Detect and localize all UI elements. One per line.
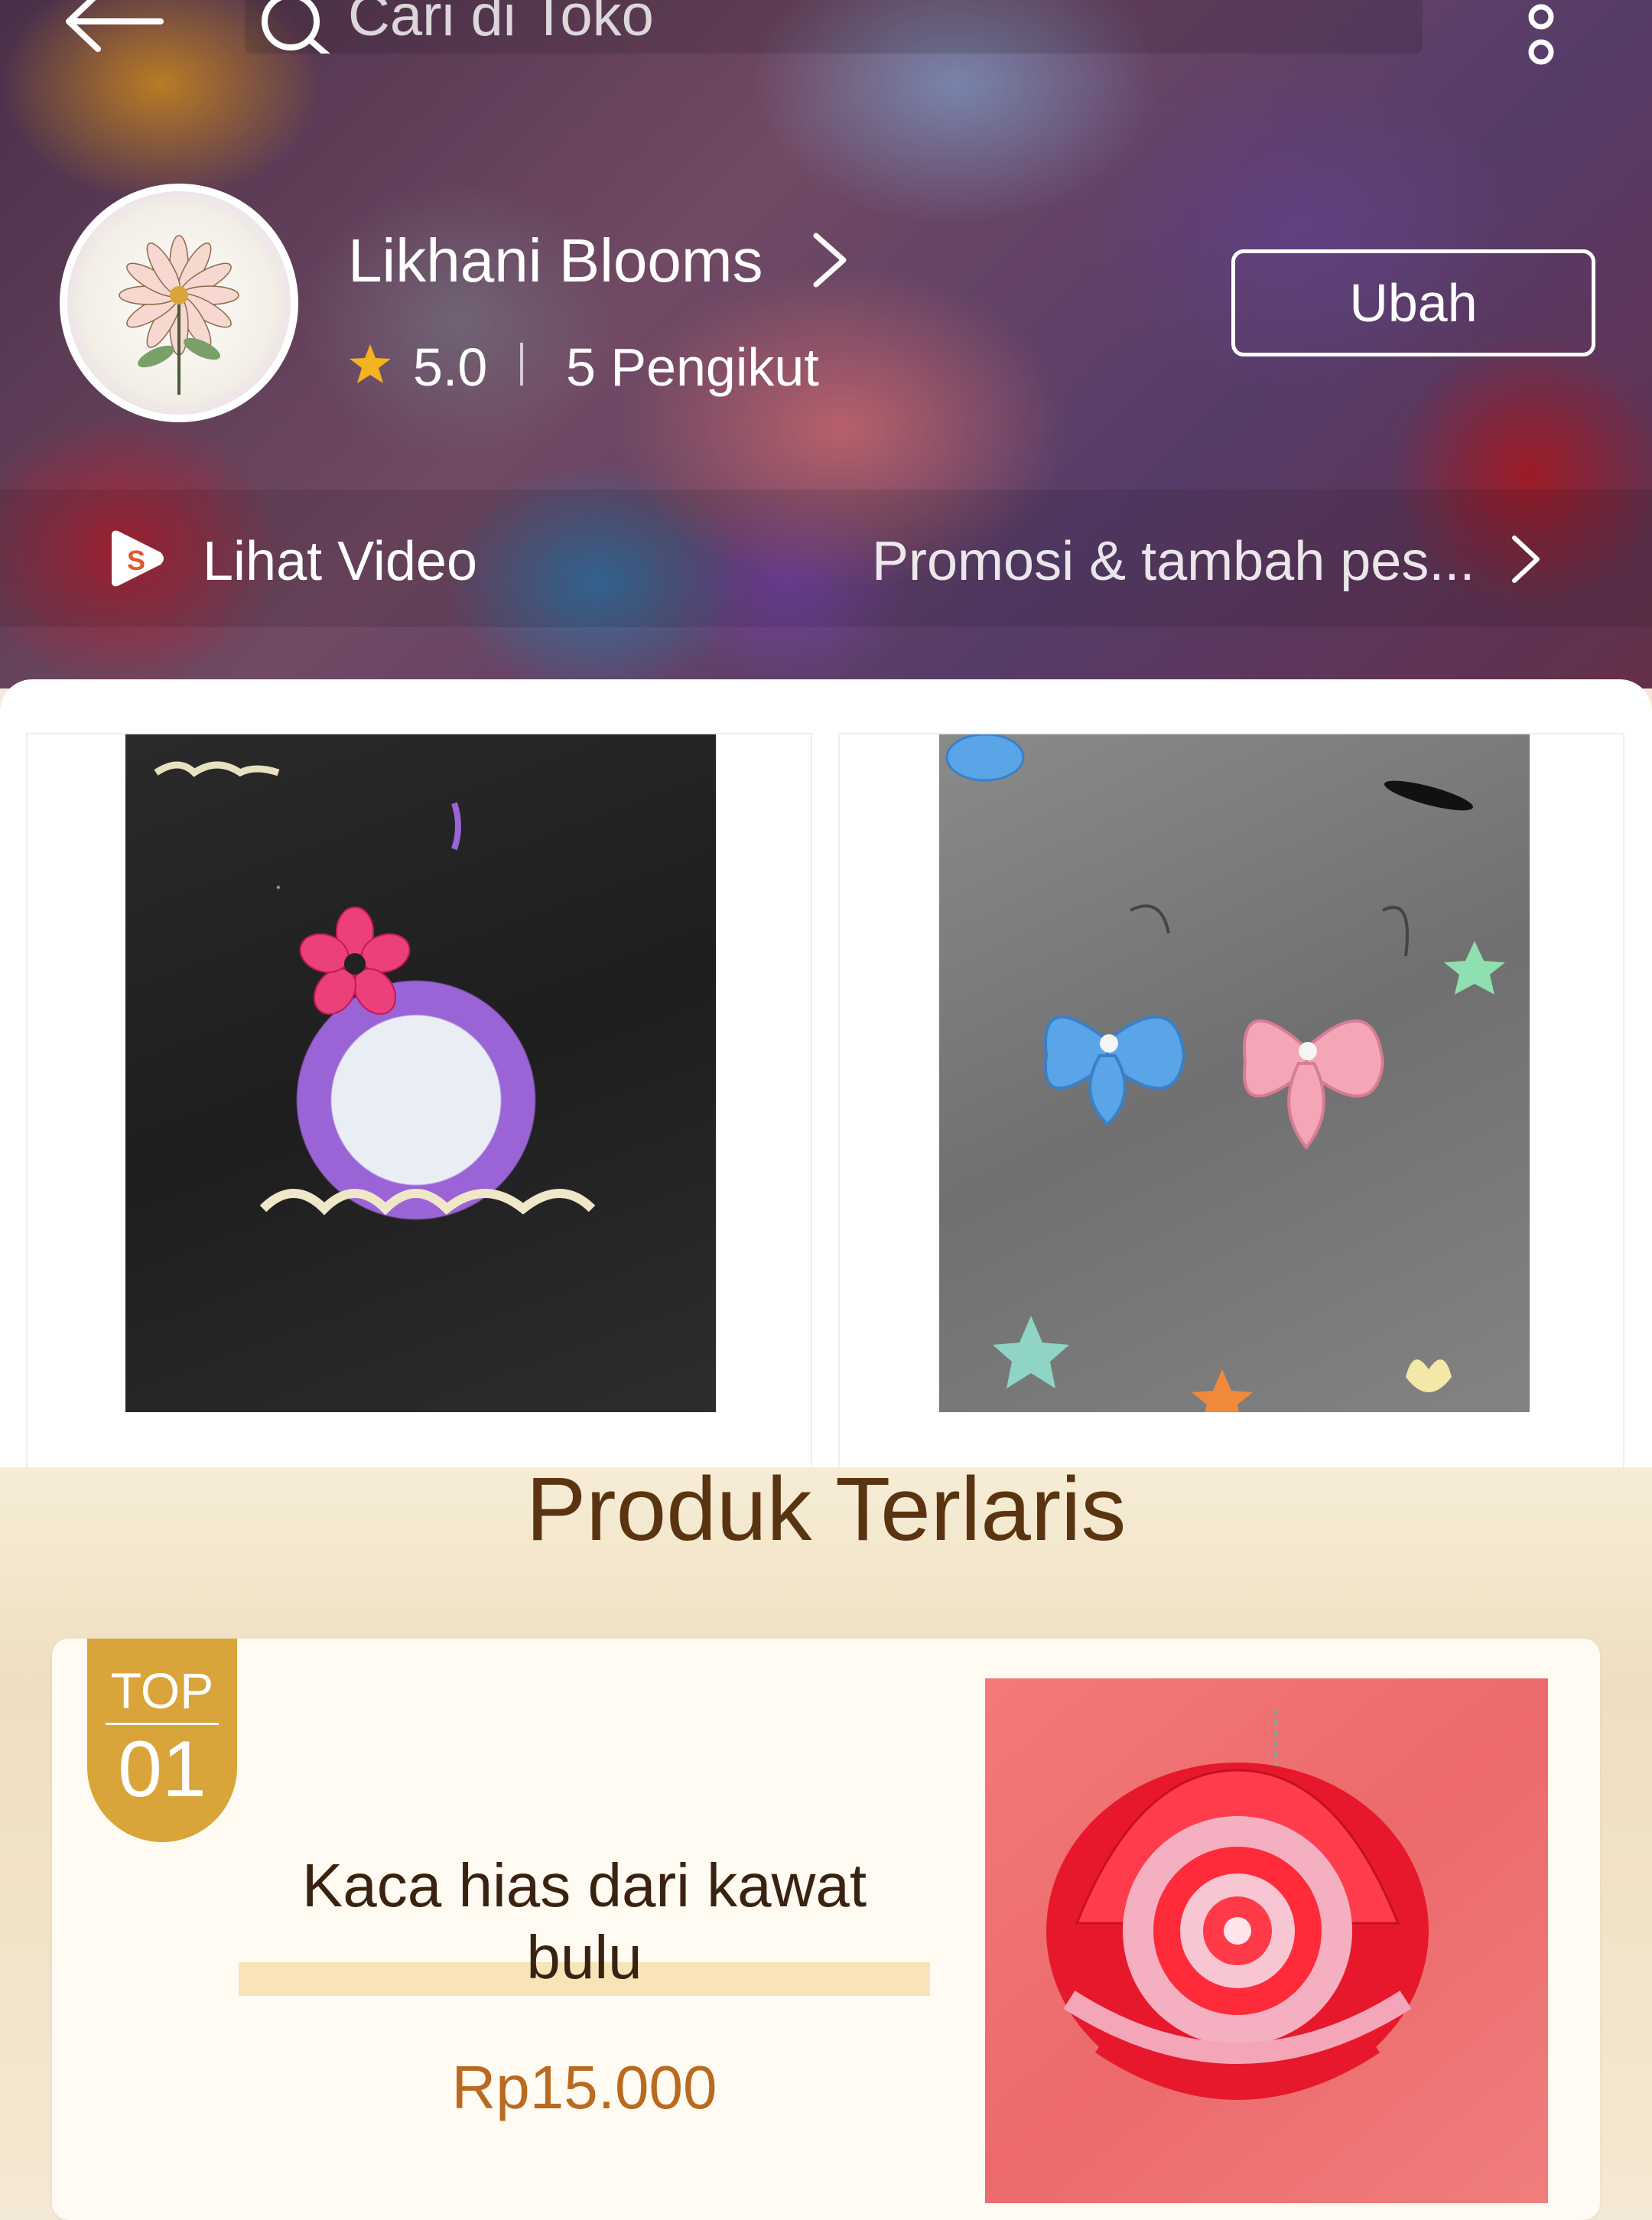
edit-shop-button[interactable]: Ubah bbox=[1231, 249, 1595, 356]
flower-mirror-image bbox=[1046, 1709, 1429, 2100]
chevron-right-icon[interactable] bbox=[1507, 532, 1545, 587]
watch-video-link[interactable]: Lihat Video bbox=[203, 530, 477, 593]
shop-rating: 5.0 bbox=[413, 337, 488, 397]
star-icon bbox=[350, 344, 391, 383]
bow-keychains-image bbox=[945, 733, 1505, 1423]
search-input[interactable] bbox=[348, 0, 1113, 46]
shop-name[interactable]: Likhani Blooms bbox=[348, 226, 763, 296]
shop-avatar[interactable] bbox=[60, 184, 298, 422]
rank-badge: TOP 01 bbox=[87, 1639, 237, 1842]
search-icon bbox=[262, 0, 330, 54]
divider bbox=[520, 343, 523, 386]
svg-text:S: S bbox=[127, 545, 145, 576]
product-card[interactable] bbox=[840, 733, 1623, 1467]
promo-link[interactable]: Promosi & tambah pes... bbox=[872, 530, 1475, 593]
back-arrow-icon[interactable] bbox=[61, 0, 168, 54]
product-price: Rp15.000 bbox=[451, 2053, 717, 2121]
product-name[interactable]: Kaca hias dari kawat bulu bbox=[239, 1850, 930, 1994]
rank-label: TOP bbox=[110, 1662, 214, 1719]
section-title: Produk Terlaris bbox=[525, 1459, 1127, 1560]
video-icon[interactable]: S bbox=[107, 528, 168, 589]
rank-number: 01 bbox=[118, 1725, 206, 1814]
mirror-ornament-image bbox=[154, 761, 596, 1216]
product-image[interactable] bbox=[125, 734, 716, 1412]
bestseller-product-image[interactable] bbox=[985, 1678, 1548, 2203]
product-card[interactable] bbox=[28, 734, 811, 1467]
shop-logo-icon bbox=[67, 191, 291, 415]
chevron-right-icon[interactable] bbox=[807, 229, 853, 291]
more-options-icon[interactable] bbox=[1522, 0, 1560, 76]
product-image[interactable] bbox=[939, 733, 1530, 1423]
follower-count[interactable]: 5 Pengikut bbox=[566, 337, 819, 398]
